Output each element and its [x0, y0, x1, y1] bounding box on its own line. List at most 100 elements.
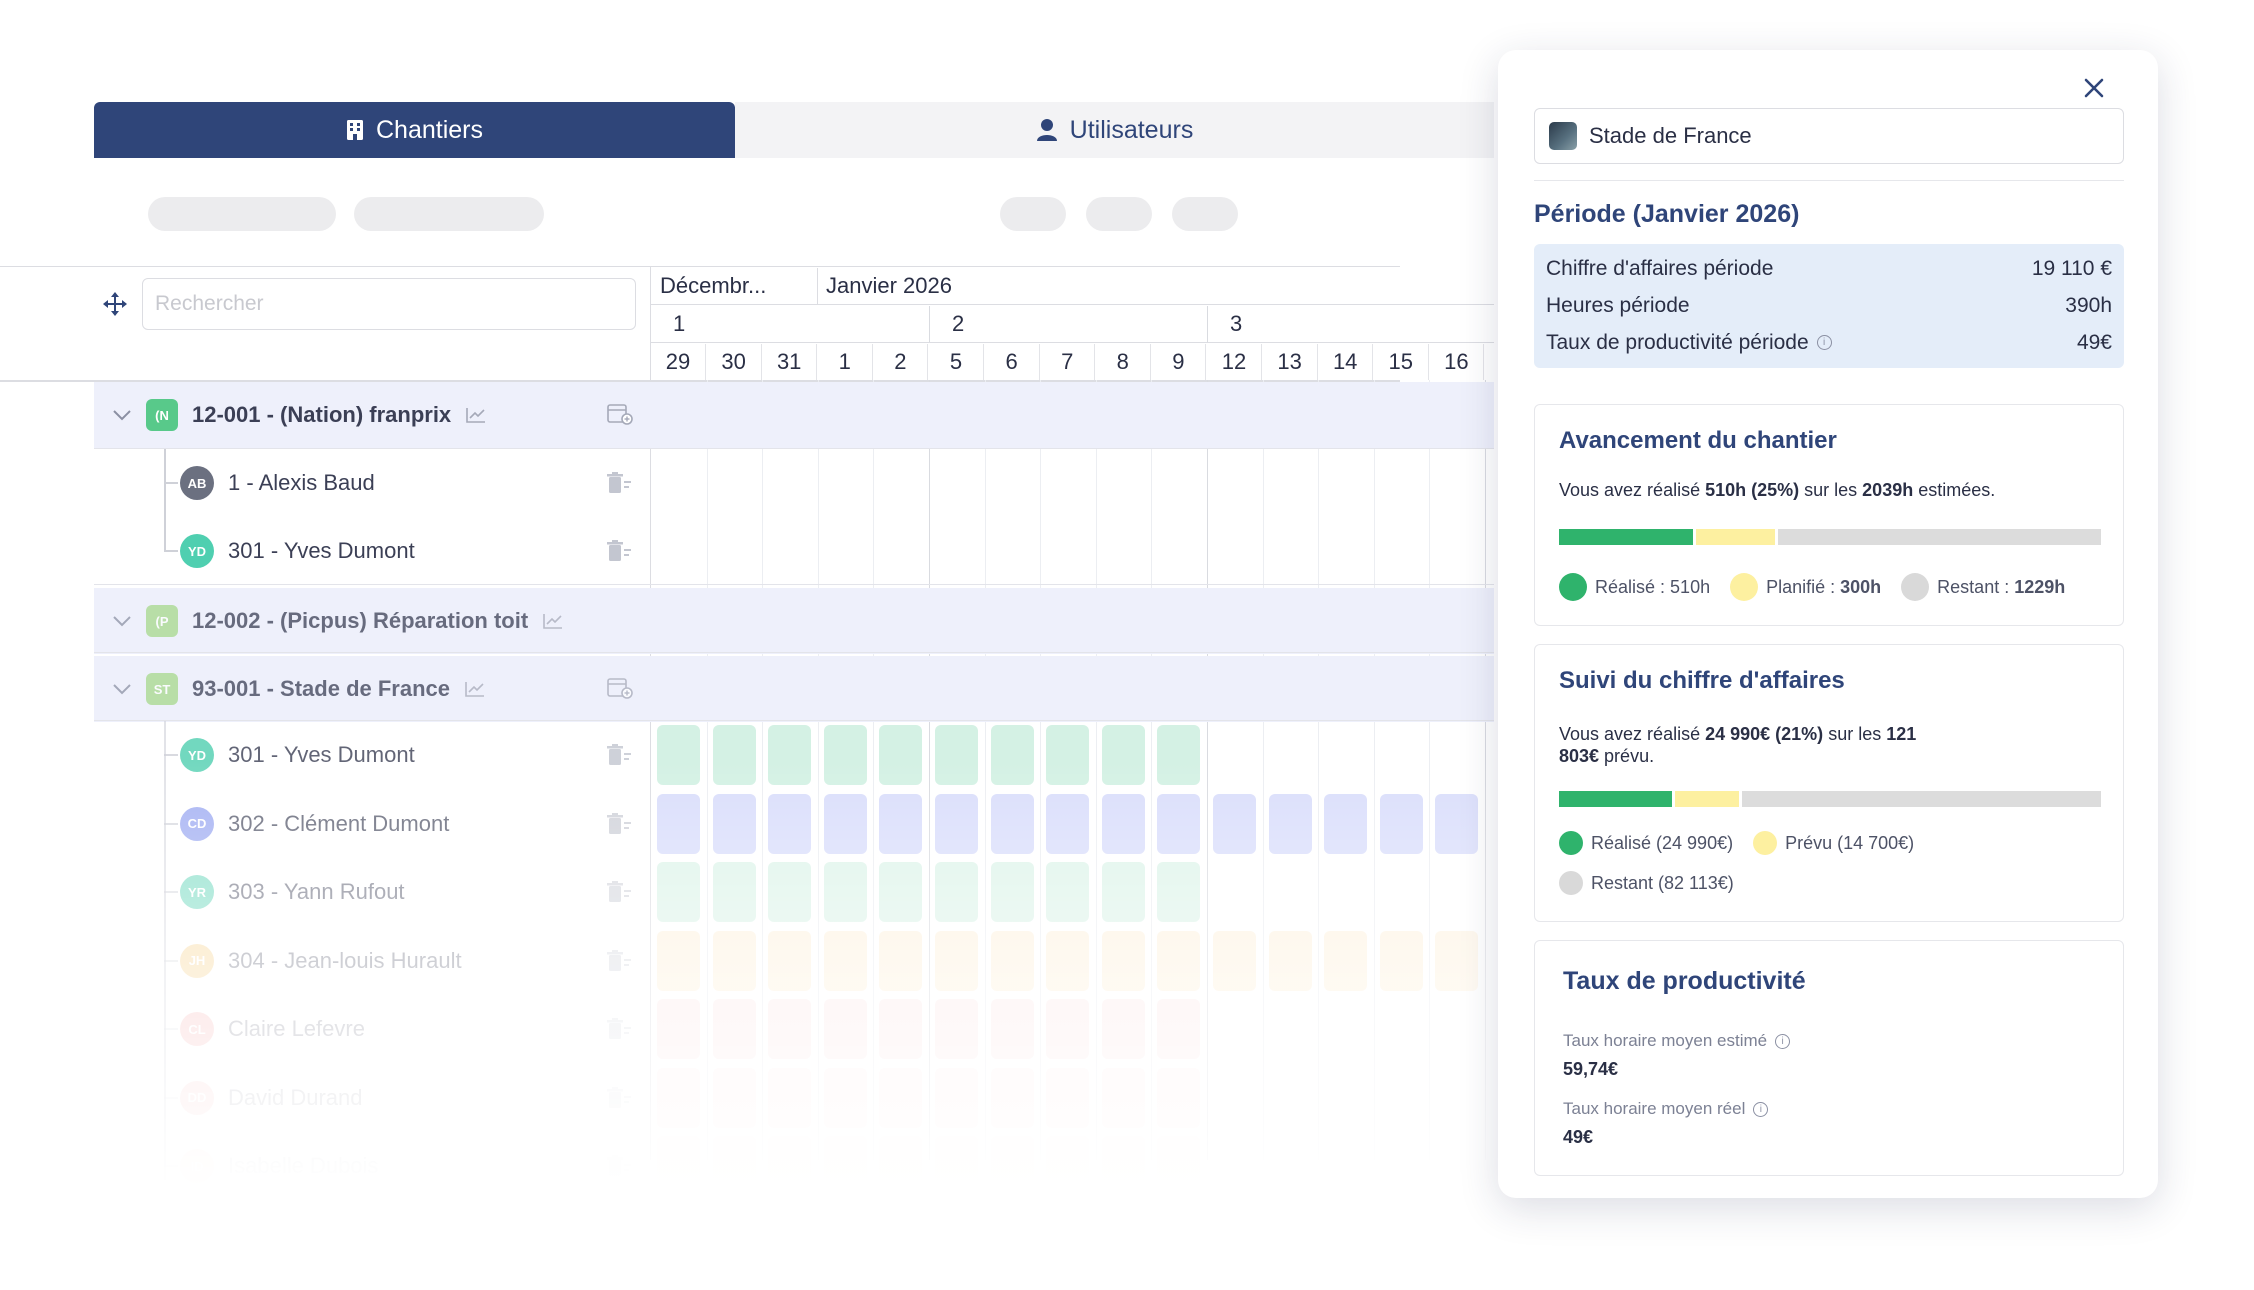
planning-cell[interactable] [935, 999, 978, 1059]
add-calendar-button[interactable] [606, 402, 634, 431]
planning-cell[interactable] [1101, 793, 1145, 854]
chart-icon[interactable] [464, 680, 486, 698]
member-row[interactable]: ID Isabelle Dubois [94, 1133, 1494, 1199]
planning-cell[interactable] [935, 725, 978, 785]
remove-member-button[interactable] [606, 1018, 632, 1045]
planning-cell[interactable] [935, 1136, 978, 1196]
remove-member-button[interactable] [606, 1155, 632, 1182]
planning-cell[interactable] [657, 930, 700, 991]
planning-cell[interactable] [1046, 1067, 1090, 1128]
close-button[interactable] [2074, 68, 2114, 108]
planning-cell[interactable] [823, 862, 867, 922]
planning-cell[interactable] [935, 862, 978, 922]
remove-member-button[interactable] [606, 540, 632, 567]
member-row[interactable]: CD 302 - Clément Dumont [94, 791, 1494, 857]
delete-icon[interactable] [606, 812, 632, 835]
delete-icon[interactable] [606, 1086, 632, 1109]
planning-cell[interactable] [990, 862, 1034, 922]
planning-cell[interactable] [657, 999, 700, 1059]
planning-cell[interactable] [712, 725, 756, 785]
planning-cell[interactable] [1268, 930, 1312, 991]
remove-member-button[interactable] [606, 812, 632, 840]
planning-cell[interactable] [990, 725, 1034, 785]
planning-cell[interactable] [1157, 793, 1201, 854]
planning-cell[interactable] [712, 999, 756, 1059]
planning-cell[interactable] [1379, 930, 1423, 991]
delete-icon[interactable] [606, 949, 632, 972]
info-icon[interactable]: i [1753, 1101, 1769, 1117]
planning-cell[interactable] [879, 862, 923, 922]
planning-cell[interactable] [1046, 862, 1090, 922]
planning-cell[interactable] [823, 1067, 867, 1128]
planning-cell[interactable] [1213, 793, 1256, 854]
planning-cell[interactable] [1101, 999, 1145, 1059]
planning-cell[interactable] [712, 1067, 756, 1128]
planning-cell[interactable] [1157, 1136, 1201, 1196]
planning-cell[interactable] [879, 793, 923, 854]
project-row[interactable]: ST 93-001 - Stade de France [94, 656, 1494, 722]
chevron-down-icon[interactable] [112, 683, 132, 695]
planning-cell[interactable] [1435, 793, 1479, 854]
planning-cell[interactable] [1213, 930, 1256, 991]
planning-cell[interactable] [935, 1067, 978, 1128]
planning-cell[interactable] [768, 725, 812, 785]
remove-member-button[interactable] [606, 472, 632, 499]
planning-cell[interactable] [657, 862, 700, 922]
chart-icon[interactable] [465, 406, 487, 424]
member-row[interactable]: YD 301 - Yves Dumont [94, 722, 1494, 788]
planning-cell[interactable] [768, 999, 812, 1059]
planning-cell[interactable] [879, 1067, 923, 1128]
delete-icon[interactable] [606, 744, 632, 766]
planning-cell[interactable] [1101, 725, 1145, 785]
project-row[interactable]: (P 12-002 - (Picpus) Réparation toit [94, 588, 1494, 654]
calendar-add-icon[interactable] [606, 402, 634, 426]
search-input[interactable] [142, 278, 636, 330]
delete-icon[interactable] [606, 1018, 632, 1040]
delete-icon[interactable] [606, 472, 632, 494]
planning-cell[interactable] [1157, 999, 1201, 1059]
planning-cell[interactable] [990, 930, 1034, 991]
project-select[interactable]: Stade de France [1534, 108, 2124, 164]
member-row[interactable]: DD David Durand [94, 1065, 1494, 1131]
planning-cell[interactable] [768, 862, 812, 922]
planning-cell[interactable] [1101, 930, 1145, 991]
delete-icon[interactable] [606, 881, 632, 903]
info-icon[interactable]: i [1816, 335, 1832, 351]
planning-cell[interactable] [657, 793, 700, 854]
remove-member-button[interactable] [606, 949, 632, 977]
planning-cell[interactable] [712, 930, 756, 991]
member-row[interactable]: AB 1 - Alexis Baud [94, 450, 1494, 516]
planning-cell[interactable] [1157, 862, 1201, 922]
planning-cell[interactable] [990, 793, 1034, 854]
member-row[interactable]: YR 303 - Yann Rufout [94, 859, 1494, 925]
remove-member-button[interactable] [606, 744, 632, 771]
planning-cell[interactable] [768, 930, 812, 991]
calendar-add-icon[interactable] [606, 676, 634, 700]
planning-cell[interactable] [768, 793, 812, 854]
member-row[interactable]: YD 301 - Yves Dumont [94, 518, 1494, 584]
planning-cell[interactable] [1324, 793, 1368, 854]
planning-cell[interactable] [990, 1136, 1034, 1196]
chevron-down-icon[interactable] [112, 409, 132, 421]
planning-cell[interactable] [712, 1136, 756, 1196]
chart-icon[interactable] [542, 612, 564, 630]
planning-cell[interactable] [823, 999, 867, 1059]
planning-cell[interactable] [1379, 793, 1423, 854]
planning-cell[interactable] [1101, 862, 1145, 922]
planning-cell[interactable] [1157, 725, 1201, 785]
planning-cell[interactable] [935, 930, 978, 991]
project-row[interactable]: (N 12-001 - (Nation) franprix [94, 382, 1494, 448]
planning-cell[interactable] [823, 1136, 867, 1196]
planning-cell[interactable] [1157, 930, 1201, 991]
planning-cell[interactable] [935, 793, 978, 854]
planning-cell[interactable] [879, 930, 923, 991]
planning-cell[interactable] [657, 725, 700, 785]
planning-cell[interactable] [1046, 725, 1090, 785]
planning-cell[interactable] [1101, 1136, 1145, 1196]
planning-cell[interactable] [768, 1067, 812, 1128]
member-row[interactable]: JH 304 - Jean-louis Hurault [94, 928, 1494, 994]
planning-cell[interactable] [657, 1136, 700, 1196]
delete-icon[interactable] [606, 1155, 632, 1177]
planning-cell[interactable] [990, 1067, 1034, 1128]
planning-cell[interactable] [823, 793, 867, 854]
